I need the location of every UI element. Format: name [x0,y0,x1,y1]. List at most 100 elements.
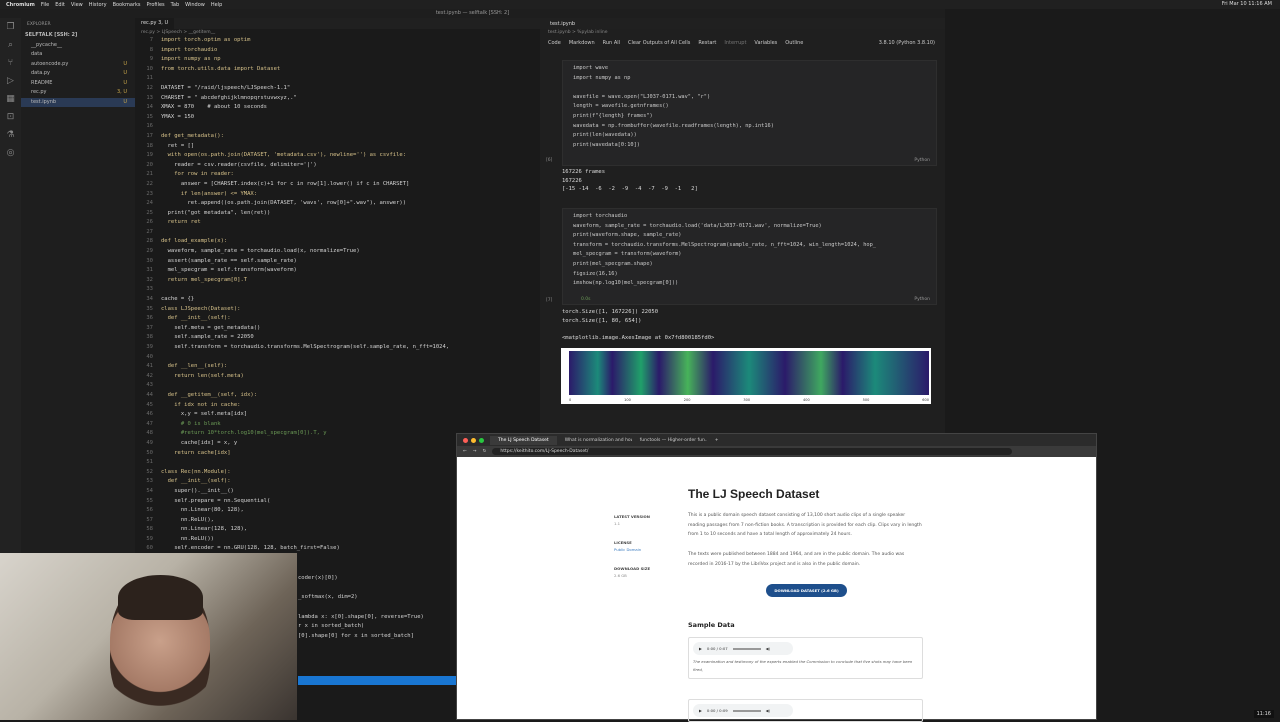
run-debug-icon[interactable]: ▷ [0,72,21,90]
code-line[interactable]: 47 # 0 is blank [137,420,540,430]
file-item[interactable]: autoencode.py U [21,60,135,70]
browser-tab[interactable]: functools — Higher-order fun... [632,436,707,445]
code-line[interactable]: 34 cache = {} [137,295,540,305]
menu-item-file[interactable]: File [41,2,49,8]
maximize-window-icon[interactable] [479,437,484,443]
audio-progress[interactable] [732,647,761,650]
menu-item-help[interactable]: Help [211,2,222,8]
code-line[interactable]: 32 return mel_specgram[0].T [137,276,540,286]
code-line[interactable]: 22 answer = [CHARSET.index(c)+1 for c in… [137,180,540,190]
extensions-icon[interactable]: ▦ [0,90,21,108]
code-line[interactable]: 15 YMAX = 150 [137,113,540,123]
code-line[interactable]: 43 [137,381,540,391]
remote-icon[interactable]: ⊡ [0,108,21,126]
cell-code[interactable]: import torchaudio waveform, sample_rate … [563,209,936,292]
code-line[interactable]: 17 def get_metadata(): [137,132,540,142]
jupyter-icon[interactable]: ◎ [0,144,21,162]
restart-button[interactable]: Restart [698,40,716,46]
code-line[interactable]: 8 import torchaudio [137,46,540,56]
file-item[interactable]: rec.py 3, U [21,88,135,98]
code-line[interactable]: 7 import torch.optim as optim [137,36,540,46]
cell-code[interactable]: import wave import numpy as np wavefile … [563,61,936,153]
code-line[interactable]: 31 mel_specgram = self.transform(wavefor… [137,266,540,276]
outline-button[interactable]: Outline [785,40,803,46]
cell-language[interactable]: Python [914,158,930,163]
minimize-window-icon[interactable] [471,437,476,443]
code-line[interactable]: 29 waveform, sample_rate = torchaudio.lo… [137,247,540,257]
browser-tab[interactable]: The LJ Speech Dataset [490,435,557,445]
cell-language[interactable]: Python [914,297,930,302]
audio-progress[interactable] [732,709,761,712]
menu-item-app[interactable]: Chromium [6,2,35,8]
code-line[interactable]: 38 self.sample_rate = 22050 [137,333,540,343]
code-cell[interactable]: import torchaudio waveform, sample_rate … [562,208,937,305]
code-line[interactable]: 10 from torch.utils.data import Dataset [137,65,540,75]
code-line[interactable]: 45 if idx not in cache: [137,401,540,411]
audio-player[interactable]: ▶ 0:00 / 0:09 ◀) [693,704,793,717]
play-icon[interactable]: ▶ [699,708,702,713]
code-line[interactable]: 40 [137,353,540,363]
license-link[interactable]: Public Domain [614,546,641,553]
files-icon[interactable]: ❐ [0,18,21,36]
code-line[interactable]: 11 [137,74,540,84]
code-line[interactable]: 21 for row in reader: [137,170,540,180]
code-line[interactable]: 27 [137,228,540,238]
variables-button[interactable]: Variables [754,40,777,46]
code-line[interactable]: 33 [137,285,540,295]
back-icon[interactable]: ← [463,449,467,454]
file-item[interactable]: README U [21,79,135,89]
file-item-active[interactable]: test.ipynb U [21,97,135,107]
code-line[interactable]: 16 [137,122,540,132]
code-line[interactable]: 30 assert(sample_rate == self.sample_rat… [137,257,540,267]
notebook-tab[interactable]: test.ipynb [550,21,575,27]
volume-icon[interactable]: ◀) [766,646,770,651]
play-icon[interactable]: ▶ [699,646,702,651]
reload-icon[interactable]: ↻ [483,449,487,454]
file-item[interactable]: __pycache__ [21,41,135,51]
code-line[interactable]: 13 CHARSET = " abcdefghijklmnopqrstuvwxyz… [137,94,540,104]
audio-player[interactable]: ▶ 0:00 / 0:07 ◀) [693,642,793,655]
code-line[interactable]: 37 self.meta = get_metadata() [137,324,540,334]
menu-item-window[interactable]: Window [185,2,205,8]
add-code-button[interactable]: Code [548,40,561,46]
menu-item-profiles[interactable]: Profiles [147,2,165,8]
code-line[interactable]: 28 def load_example(x): [137,237,540,247]
code-line[interactable]: 36 def __init__(self): [137,314,540,324]
new-tab-icon[interactable]: + [707,436,727,445]
code-line[interactable]: 26 return ret [137,218,540,228]
volume-icon[interactable]: ◀) [766,708,770,713]
code-line[interactable]: 9 import numpy as np [137,55,540,65]
add-markdown-button[interactable]: Markdown [569,40,595,46]
code-line[interactable]: 41 def __len__(self): [137,362,540,372]
code-line[interactable]: 14 XMAX = 870 # about 10 seconds [137,103,540,113]
code-line[interactable]: 20 reader = csv.reader(csvfile, delimite… [137,161,540,171]
editor-tab[interactable]: rec.py 3, U [135,18,175,29]
download-dataset-button[interactable]: DOWNLOAD DATASET (2.6 GB) [766,584,847,597]
menu-item-tab[interactable]: Tab [171,2,179,8]
code-line[interactable]: 23 if len(answer) <= YMAX: [137,190,540,200]
url-field[interactable]: https://keithito.com/LJ-Speech-Dataset/ [492,448,1013,455]
file-item[interactable]: data.py U [21,69,135,79]
code-line[interactable]: 35 class LJSpeech(Dataset): [137,305,540,315]
code-line[interactable]: 12 DATASET = "/raid/ljspeech/LJSpeech-1.1… [137,84,540,94]
code-line[interactable]: 44 def __getitem__(self, idx): [137,391,540,401]
search-icon[interactable]: ⌕ [0,36,21,54]
run-all-button[interactable]: Run All [603,40,620,46]
forward-icon[interactable]: → [473,449,477,454]
menu-item-edit[interactable]: Edit [55,2,65,8]
browser-tab[interactable]: What is normalization and how... [557,436,632,445]
clear-outputs-button[interactable]: Clear Outputs of All Cells [628,40,690,46]
menu-item-history[interactable]: History [89,2,107,8]
testing-icon[interactable]: ⚗ [0,126,21,144]
code-line[interactable]: 24 ret.append((os.path.join(DATASET, 'wa… [137,199,540,209]
close-window-icon[interactable] [463,437,468,443]
code-line[interactable]: 46 x,y = self.meta[idx] [137,410,540,420]
code-cell[interactable]: import wave import numpy as np wavefile … [562,60,937,166]
menu-item-view[interactable]: View [71,2,83,8]
code-line[interactable]: 39 self.transform = torchaudio.transform… [137,343,540,353]
interrupt-button[interactable]: Interrupt [724,40,746,46]
code-line[interactable]: 19 with open(os.path.join(DATASET, 'meta… [137,151,540,161]
code-line[interactable]: 25 print("got metadata", len(ret)) [137,209,540,219]
code-line[interactable]: 42 return len(self.meta) [137,372,540,382]
menu-item-bookmarks[interactable]: Bookmarks [113,2,141,8]
